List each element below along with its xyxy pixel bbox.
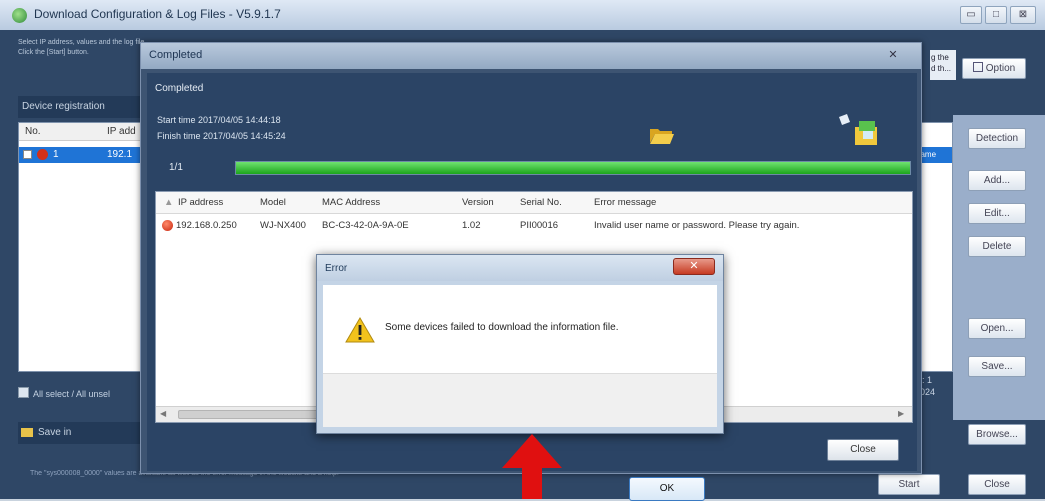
error-message: Some devices failed to download the info… (385, 322, 619, 333)
cell-model: WJ-NX400 (260, 220, 306, 231)
cell-ip-address: 192.168.0.250 (176, 220, 237, 231)
all-select-checkbox[interactable]: All select / All unsel (18, 384, 145, 404)
error-footer: OK (323, 373, 717, 501)
error-dialog-title: Error (325, 263, 348, 274)
completion-status: Completed (155, 83, 204, 94)
row-checkbox[interactable] (23, 150, 32, 159)
completed-close-button[interactable]: Close (827, 439, 899, 461)
option-label: Option (985, 63, 1016, 74)
app-icon (12, 8, 27, 23)
cell-serial-no: PII00016 (520, 220, 559, 231)
red-arrow-icon (502, 434, 562, 499)
scroll-right-icon[interactable]: ▶ (898, 409, 904, 418)
save-in-header: Save in (18, 422, 145, 444)
edit-button[interactable]: Edit... (968, 203, 1026, 224)
column-no: No. (25, 126, 41, 137)
device-registration-header: Device registration (18, 96, 148, 118)
browse-button[interactable]: Browse... (968, 424, 1026, 445)
ok-button[interactable]: OK (629, 477, 705, 501)
main-titlebar: Download Configuration & Log Files - V5.… (0, 0, 1045, 30)
error-close-icon[interactable]: ✕ (673, 258, 715, 275)
column-ip: IP add (107, 126, 136, 137)
cell-mac-address: BC-C3-42-0A-9A-0E (322, 220, 409, 231)
device-row[interactable]: 1 192.1 (19, 147, 146, 163)
device-network-icon (839, 114, 877, 145)
maximize-button[interactable]: □ (985, 6, 1007, 24)
column-mac-address[interactable]: MAC Address (322, 197, 380, 208)
error-dialog: Error ✕ Some devices failed to download … (316, 254, 724, 501)
start-time: Start time 2017/04/05 14:44:18 (157, 115, 281, 125)
main-close-button[interactable]: Close (968, 474, 1026, 495)
option-button[interactable]: Option (962, 58, 1026, 79)
save-button[interactable]: Save... (968, 356, 1026, 377)
completed-titlebar: Completed ✕ (141, 43, 921, 69)
delete-button[interactable]: Delete (968, 236, 1026, 257)
close-window-button[interactable]: ⊠ (1010, 6, 1036, 24)
error-content: Some devices failed to download the info… (323, 285, 717, 501)
completed-dialog-title: Completed (149, 49, 203, 61)
cell-error-message: Invalid user name or password. Please tr… (594, 220, 800, 231)
folder-icon (21, 428, 33, 437)
column-serial-no[interactable]: Serial No. (520, 197, 562, 208)
save-in-label: Save in (38, 427, 72, 438)
error-status-icon (162, 220, 173, 231)
option-icon (972, 62, 983, 72)
device-list[interactable]: No. IP add 1 192.1 (18, 122, 146, 372)
column-version[interactable]: Version (462, 197, 494, 208)
column-model[interactable]: Model (260, 197, 286, 208)
device-list-header: No. IP add (19, 123, 146, 141)
instruction-text: Select IP address, values and the log fi… (18, 39, 147, 56)
scroll-left-icon[interactable]: ◀ (160, 409, 166, 418)
row-ip: 192.1 (107, 149, 133, 160)
add-button[interactable]: Add... (968, 170, 1026, 191)
completed-close-icon[interactable]: ✕ (879, 47, 907, 63)
detection-button[interactable]: Detection (968, 128, 1026, 149)
start-button[interactable]: Start (878, 474, 940, 495)
error-status-icon (37, 149, 48, 160)
open-button[interactable]: Open... (968, 318, 1026, 339)
progress-bar (235, 161, 911, 175)
cell-version: 1.02 (462, 220, 481, 231)
main-window-title: Download Configuration & Log Files - V5.… (34, 7, 281, 21)
instruction-right-text: g the d th... (930, 50, 956, 80)
column-ip-address[interactable]: IP address (178, 197, 223, 208)
minimize-button[interactable]: ▭ (960, 6, 982, 24)
warning-icon (345, 317, 375, 343)
sort-icon[interactable]: ▲ (164, 197, 173, 208)
column-error-message[interactable]: Error message (594, 197, 656, 208)
error-titlebar: Error ✕ (317, 255, 723, 281)
row-no: 1 (53, 149, 59, 160)
progress-fill (236, 162, 910, 174)
finish-time: Finish time 2017/04/05 14:45:24 (157, 131, 286, 141)
checkbox-box (18, 387, 29, 398)
progress-count: 1/1 (169, 162, 183, 173)
all-select-label: All select / All unsel (33, 389, 111, 399)
folder-open-icon (650, 129, 674, 144)
